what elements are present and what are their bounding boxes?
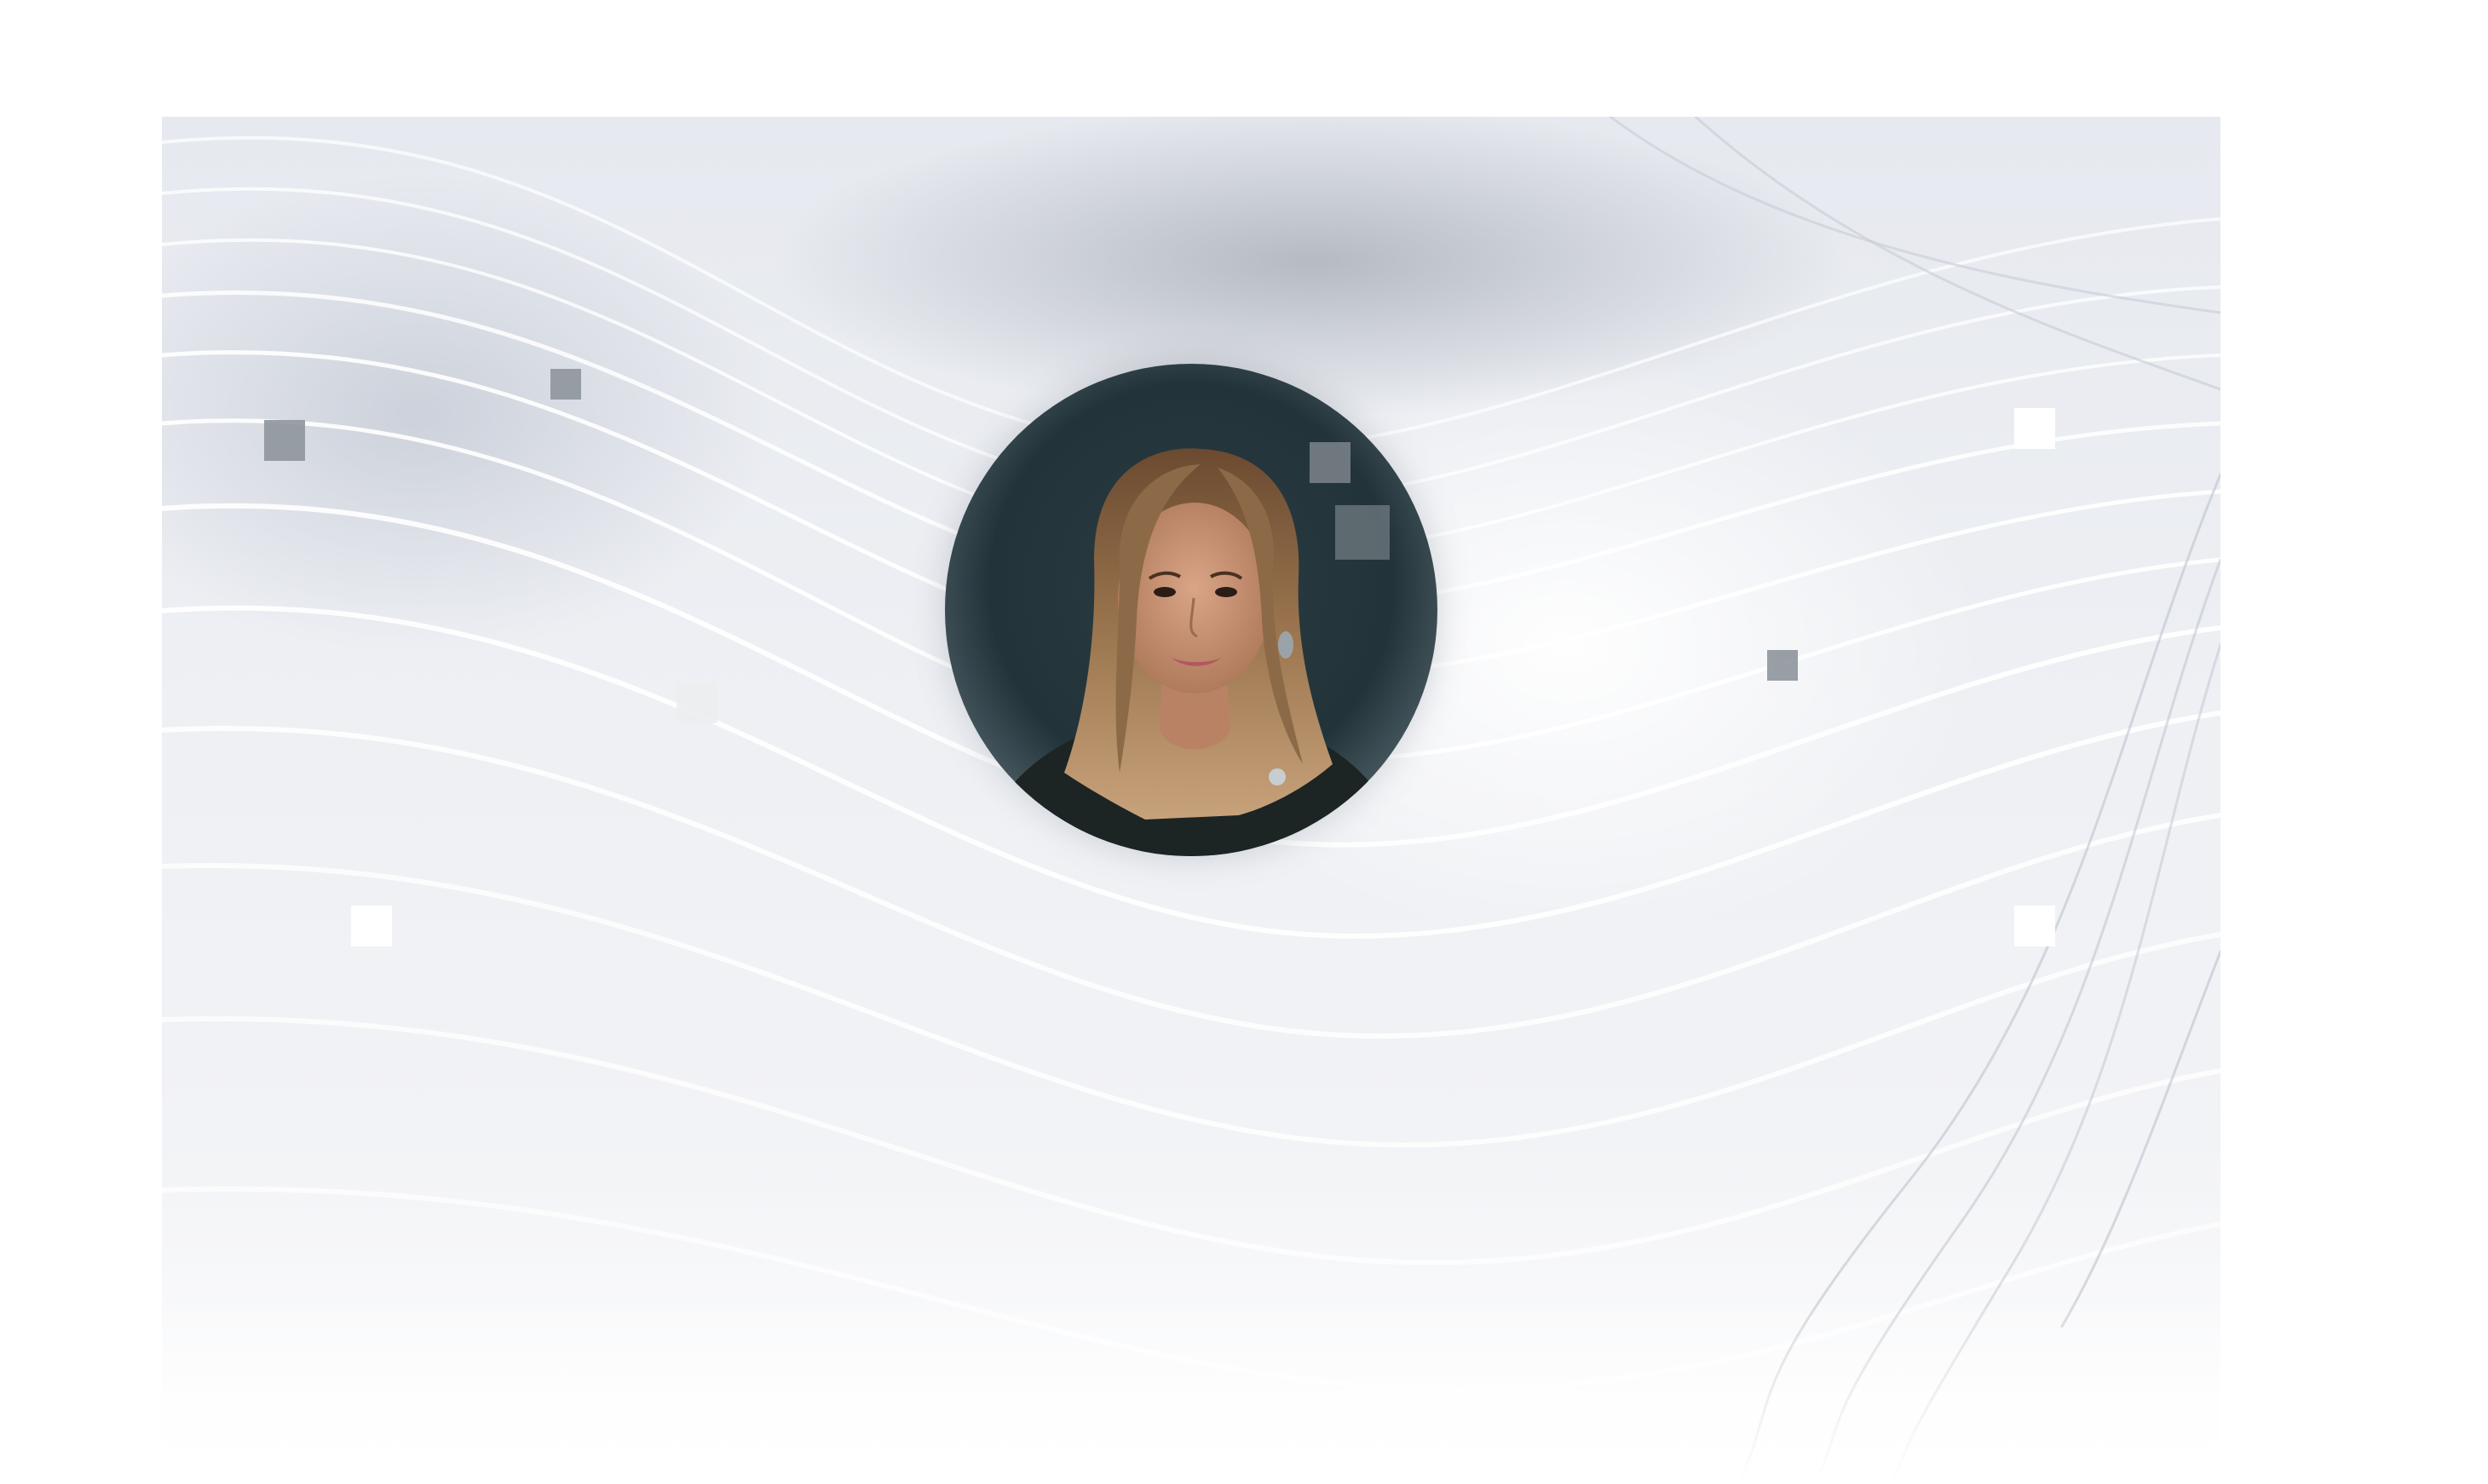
avatar: [945, 364, 1437, 856]
decor-square-dark: [264, 420, 305, 461]
decor-square-white: [351, 906, 392, 946]
person-portrait-photo-icon: [962, 442, 1422, 856]
decor-square-dark: [550, 369, 581, 400]
decor-square-white: [2014, 408, 2055, 449]
decor-square-light: [677, 682, 717, 723]
decor-square-white: [2014, 906, 2055, 946]
decor-square-dark: [1767, 650, 1798, 681]
